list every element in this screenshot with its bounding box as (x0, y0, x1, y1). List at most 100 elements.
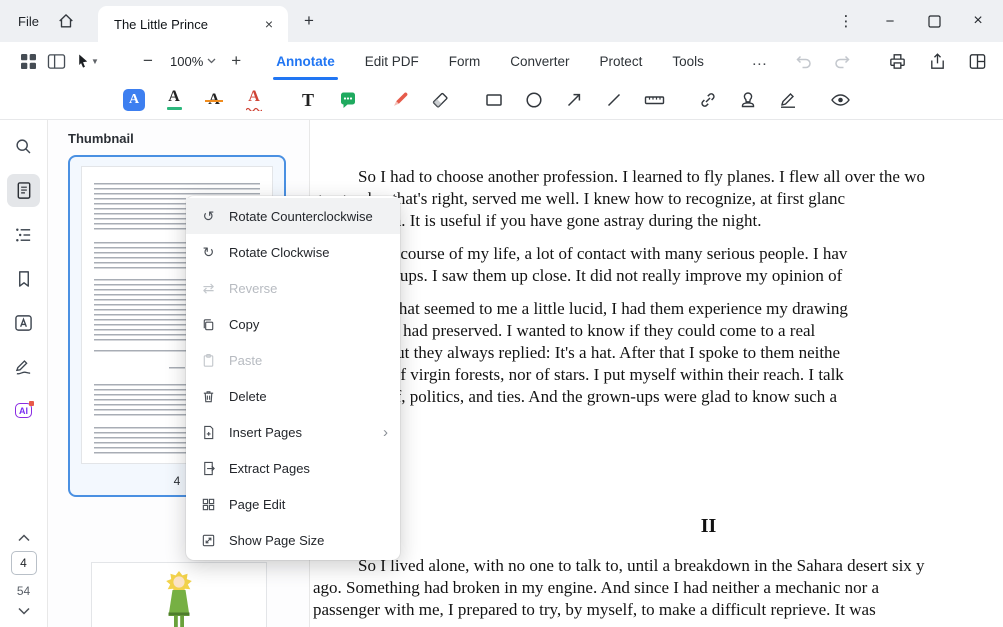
document-viewport[interactable]: So I had to choose another profession. I… (310, 120, 1003, 627)
export-icon (928, 52, 947, 71)
panel-toggle-button[interactable] (42, 47, 70, 75)
page-navigation: 4 54 (11, 534, 37, 615)
select-tool-button[interactable]: ▼ (70, 47, 104, 75)
total-pages-label: 54 (17, 584, 30, 598)
document-text-line: t bridge, golf, politics, and ties. And … (310, 386, 1003, 408)
home-button[interactable] (51, 6, 81, 36)
new-tab-button[interactable]: + (297, 9, 321, 33)
stamp-tool-button[interactable] (734, 86, 762, 114)
document-text-line: rstanding. But they always replied: It's… (310, 342, 1003, 364)
print-button[interactable] (883, 47, 911, 75)
signature-tool-button[interactable] (774, 86, 802, 114)
pdf-page: So I had to choose another profession. I… (310, 120, 1003, 627)
titlebar: File The Little Prince × + ⋮ − × (0, 0, 1003, 42)
printer-icon (888, 52, 907, 71)
tab-tools[interactable]: Tools (672, 42, 704, 80)
search-button[interactable] (7, 130, 40, 163)
menu-item-label: Show Page Size (229, 533, 388, 548)
ellipse-tool-button[interactable] (520, 86, 548, 114)
maximize-button[interactable] (919, 0, 949, 42)
rectangle-tool-button[interactable] (480, 86, 508, 114)
insert-pages-icon (200, 425, 217, 440)
maximize-icon (928, 15, 941, 28)
link-tool-button[interactable] (694, 86, 722, 114)
menu-item-page-edit[interactable]: Page Edit (186, 486, 400, 522)
document-tab[interactable]: The Little Prince × (98, 6, 288, 42)
undo-button[interactable] (790, 47, 818, 75)
chapter-heading: II (362, 515, 1003, 538)
menu-item-show-page-size[interactable]: Show Page Size (186, 522, 400, 558)
page-edit-icon (200, 497, 217, 512)
rectangle-icon (484, 90, 504, 110)
pencil-tool-button[interactable] (386, 86, 414, 114)
comment-tool-button[interactable] (334, 86, 362, 114)
menu-item-copy[interactable]: Copy (186, 306, 400, 342)
redo-button[interactable] (828, 47, 856, 75)
file-menu[interactable]: File (0, 14, 51, 29)
highlight-icon: A (123, 89, 145, 111)
menu-item-insert-pages[interactable]: Insert Pages › (186, 414, 400, 450)
chevron-up-icon[interactable] (18, 534, 30, 542)
menu-item-delete[interactable]: Delete (186, 378, 400, 414)
squiggly-tool-button[interactable]: A (240, 86, 268, 114)
text-comment-tool-button[interactable]: T (294, 86, 322, 114)
chevron-down-icon[interactable] (18, 607, 30, 615)
tab-form[interactable]: Form (449, 42, 481, 80)
zoom-dropdown-button[interactable] (207, 58, 216, 64)
document-text-line: nable man. (310, 408, 1003, 430)
strikethrough-tool-button[interactable]: A (200, 86, 228, 114)
signature-pen-icon (778, 90, 798, 110)
tab-protect[interactable]: Protect (600, 42, 643, 80)
little-prince-illustration (153, 569, 205, 627)
current-page-input[interactable]: 4 (11, 551, 37, 575)
minimize-button[interactable]: − (875, 0, 905, 42)
more-tabs-button[interactable]: … (746, 47, 774, 75)
window-close-button[interactable]: × (963, 0, 993, 42)
document-text-line: rictors, nor of virgin forests, nor of s… (310, 364, 1003, 386)
thumbnail-panel-button[interactable] (7, 174, 40, 207)
show-annotations-button[interactable] (826, 86, 854, 114)
zoom-out-button[interactable]: − (134, 47, 162, 75)
underline-tool-button[interactable]: A (160, 86, 188, 114)
document-text-line: n I met one that seemed to me a little l… (310, 298, 1003, 320)
tab-converter[interactable]: Converter (510, 42, 569, 80)
extract-pages-icon (200, 461, 217, 476)
underline-icon: A (167, 89, 182, 110)
signature-panel-button[interactable] (7, 350, 40, 383)
outline-panel-button[interactable] (7, 218, 40, 251)
quick-tools-button[interactable] (14, 47, 42, 75)
measure-tool-button[interactable] (640, 86, 668, 114)
circle-icon (524, 90, 544, 110)
zoom-in-button[interactable]: + (222, 47, 250, 75)
main-toolbar: ▼ − 100% + Annotate Edit PDF Form Conver… (0, 42, 1003, 80)
annotation-panel-button[interactable] (7, 306, 40, 339)
cursor-icon (75, 53, 90, 69)
trash-icon (200, 389, 217, 404)
eraser-tool-button[interactable] (426, 86, 454, 114)
ai-panel-button[interactable]: AI (7, 394, 40, 427)
page-thumbnail-next[interactable] (92, 563, 266, 627)
pencil-icon (390, 90, 410, 110)
kebab-menu-button[interactable]: ⋮ (831, 0, 861, 42)
document-text-line: er 1, which I had preserved. I wanted to… (310, 320, 1003, 342)
pdf-editor-window: { "titlebar": { "file_menu": "File", "ta… (0, 0, 1003, 627)
tab-edit-pdf[interactable]: Edit PDF (365, 42, 419, 80)
arrow-tool-button[interactable] (560, 86, 588, 114)
menu-item-extract-pages[interactable]: Extract Pages (186, 450, 400, 486)
bookmark-panel-button[interactable] (7, 262, 40, 295)
zoom-level[interactable]: 100% (170, 54, 203, 69)
document-text-line: e had, in the course of my life, a lot o… (310, 243, 1003, 265)
export-button[interactable] (923, 47, 951, 75)
rotate-cw-icon: ↻ (200, 244, 217, 261)
tab-annotate[interactable]: Annotate (276, 42, 335, 80)
menu-item-label: Copy (229, 317, 388, 332)
link-icon (698, 90, 718, 110)
page-layout-button[interactable] (963, 47, 991, 75)
menu-item-rotate-counterclockwise[interactable]: ↺ Rotate Counterclockwise (186, 198, 400, 234)
line-tool-button[interactable] (600, 86, 628, 114)
tab-close-button[interactable]: × (258, 13, 280, 35)
line-icon (604, 90, 624, 110)
highlight-tool-button[interactable]: A (120, 86, 148, 114)
outline-list-icon (14, 226, 33, 244)
menu-item-rotate-clockwise[interactable]: ↻ Rotate Clockwise (186, 234, 400, 270)
